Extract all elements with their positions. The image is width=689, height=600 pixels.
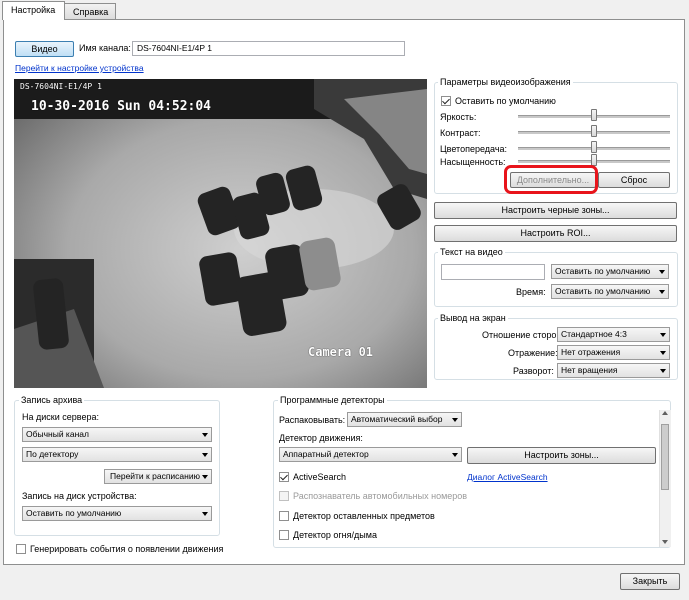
fire-label: Детектор огня/дыма	[293, 530, 377, 540]
stream-select[interactable]: Обычный канал	[22, 427, 212, 442]
active-search-checkbox[interactable]	[279, 472, 289, 482]
detectors-title: Программные детекторы	[278, 395, 387, 406]
default-checkbox[interactable]	[441, 96, 451, 106]
brightness-slider-thumb[interactable]	[591, 109, 597, 121]
text-position-select[interactable]: Оставить по умолчанию	[551, 264, 669, 279]
tab-help[interactable]: Справка	[64, 3, 116, 19]
chevron-down-icon	[202, 475, 208, 479]
schedule-button[interactable]: Перейти к расписанию	[104, 469, 212, 484]
fire-checkbox[interactable]	[279, 530, 289, 540]
left-objects-label: Детектор оставленных предметов	[293, 511, 435, 521]
plates-label: Распознаватель автомобильных номеров	[293, 491, 468, 501]
chevron-down-icon	[202, 433, 208, 437]
mirror-select[interactable]: Нет отражения	[557, 345, 670, 360]
unpack-label: Распаковывать:	[279, 415, 346, 425]
motion-detector-select[interactable]: Аппаратный детектор	[279, 447, 462, 462]
image-params-title: Параметры видеоизображения	[438, 77, 573, 88]
chevron-down-icon	[660, 369, 666, 373]
server-disks-label: На диски сервера:	[22, 412, 99, 422]
left-objects-checkbox[interactable]	[279, 511, 289, 521]
camera-frame-image	[14, 79, 427, 388]
motion-events-checkbox[interactable]	[16, 544, 26, 554]
tab-settings[interactable]: Настройка	[2, 1, 65, 20]
plates-checkbox[interactable]	[279, 491, 289, 501]
highlight-ring	[504, 165, 598, 194]
detectors-scrollbar[interactable]	[659, 410, 671, 547]
chevron-down-icon	[659, 270, 665, 274]
archive-title: Запись архива	[19, 395, 85, 406]
scroll-thumb[interactable]	[661, 424, 669, 490]
active-search-dialog-link[interactable]: Диалог ActiveSearch	[467, 472, 548, 482]
device-disk-label: Запись на диск устройства:	[22, 491, 137, 501]
unpack-select[interactable]: Автоматический выбор	[347, 412, 462, 427]
black-zones-button[interactable]: Настроить черные зоны...	[434, 202, 677, 219]
chevron-down-icon	[202, 512, 208, 516]
text-on-video-title: Текст на видео	[438, 247, 505, 258]
active-search-label: ActiveSearch	[293, 472, 347, 482]
tab-bar: Настройка Справка	[0, 0, 689, 20]
reset-button[interactable]: Сброс	[598, 172, 670, 188]
chevron-down-icon	[660, 351, 666, 355]
brightness-label: Яркость:	[440, 112, 477, 122]
video-preview[interactable]: DS-7604NI-E1/4P 1 10-30-2016 Sun 04:52:0…	[14, 79, 427, 388]
channel-name-input[interactable]: DS-7604NI-E1/4P 1	[132, 41, 405, 56]
rotate-label: Разворот:	[513, 366, 554, 376]
trigger-select[interactable]: По детектору	[22, 447, 212, 462]
channel-name-label: Имя канала:	[79, 43, 131, 53]
chevron-down-icon	[452, 453, 458, 457]
motion-events-label: Генерировать события о появлении движени…	[30, 544, 224, 554]
aspect-select[interactable]: Стандартное 4:3	[557, 327, 670, 342]
scroll-up-icon[interactable]	[662, 411, 668, 415]
time-label: Время:	[516, 287, 546, 297]
chevron-down-icon	[659, 290, 665, 294]
default-checkbox-label: Оставить по умолчанию	[455, 96, 556, 106]
time-select[interactable]: Оставить по умолчанию	[551, 284, 669, 299]
color-slider-thumb[interactable]	[591, 141, 597, 153]
chevron-down-icon	[202, 453, 208, 457]
rotate-select[interactable]: Нет вращения	[557, 363, 670, 378]
chevron-down-icon	[660, 333, 666, 337]
saturation-label: Насыщенность:	[440, 157, 506, 167]
mirror-label: Отражение:	[508, 348, 558, 358]
osd-text-input[interactable]	[441, 264, 545, 280]
video-button[interactable]: Видео	[15, 41, 74, 57]
osd-datetime: 10-30-2016 Sun 04:52:04	[31, 99, 212, 114]
device-disk-select[interactable]: Оставить по умолчанию	[22, 506, 212, 521]
screen-output-title: Вывод на экран	[438, 313, 508, 324]
osd-camera-label: Camera 01	[308, 345, 374, 359]
device-settings-link[interactable]: Перейти к настройке устройства	[15, 63, 144, 73]
configure-zones-button[interactable]: Настроить зоны...	[467, 447, 656, 464]
color-label: Цветопередача:	[440, 144, 508, 154]
aspect-label: Отношение сторон:	[482, 330, 564, 340]
motion-detector-label: Детектор движения:	[279, 433, 363, 443]
contrast-slider-thumb[interactable]	[591, 125, 597, 137]
contrast-label: Контраст:	[440, 128, 481, 138]
close-button[interactable]: Закрыть	[620, 573, 680, 590]
roi-button[interactable]: Настроить ROI...	[434, 225, 677, 242]
chevron-down-icon	[452, 418, 458, 422]
scroll-down-icon[interactable]	[662, 540, 668, 544]
osd-channel-name: DS-7604NI-E1/4P 1	[20, 82, 102, 91]
